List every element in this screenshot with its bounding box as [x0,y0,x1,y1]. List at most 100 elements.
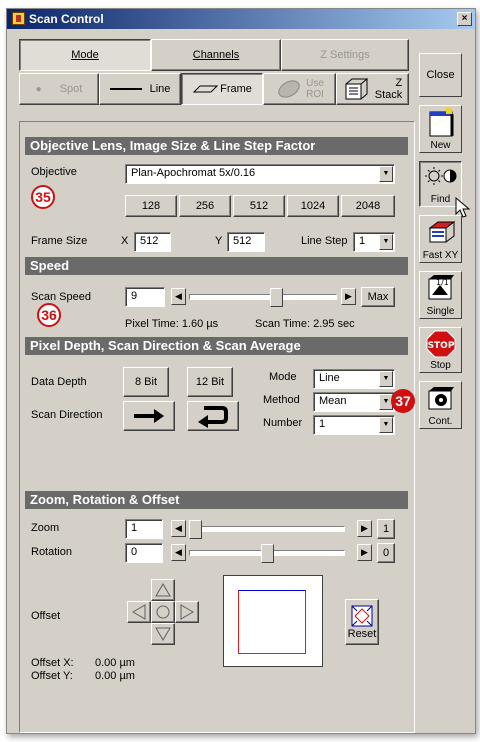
zoom-decrease-button[interactable]: ◀ [171,520,186,537]
reset-label: Reset [347,628,377,640]
scan-speed-max-button[interactable]: Max [361,287,395,307]
triangle-left-icon [132,604,146,620]
rotation-input[interactable]: 0 [125,543,163,563]
reset-button[interactable]: Reset [345,599,379,645]
offset-right-button[interactable] [175,601,199,623]
tab-channels-label: Channels [192,49,240,61]
scan-speed-slider-thumb[interactable] [270,288,283,307]
size-256-button[interactable]: 256 [179,195,231,217]
stop-button[interactable]: STOP Stop [419,327,462,373]
section-speed-header: Speed [25,257,408,275]
scan-speed-increase-button[interactable]: ▶ [341,288,356,305]
scan-speed-input[interactable]: 9 [125,287,165,307]
size-512-button[interactable]: 512 [233,195,285,217]
zoom-increase-button[interactable]: ▶ [357,520,372,537]
reset-frame-icon [351,605,373,627]
single-scan-icon: 1/1 [428,275,454,300]
offset-label: Offset [31,610,61,622]
close-button[interactable]: Close [419,53,462,97]
offset-x-label: Offset X: [31,657,74,669]
svg-text:1/1: 1/1 [436,278,449,287]
rotation-label: Rotation [31,546,72,558]
chevron-down-icon: ▼ [379,166,393,182]
use-roi-label: Use ROI [306,78,324,100]
rotation-slider-thumb[interactable] [261,544,274,563]
mode-select[interactable]: Line ▼ [313,369,395,389]
size-2048-button[interactable]: 2048 [341,195,395,217]
zoom-slider-track[interactable] [189,526,345,532]
window-close-button[interactable]: × [457,12,472,26]
zoom-label: Zoom [31,522,60,534]
objective-select[interactable]: Plan-Apochromat 5x/0.16 ▼ [125,164,395,184]
tab-z-settings-label: Z Settings [320,49,370,61]
offset-x-value: 0.00 µm [95,657,135,669]
section-objective-header: Objective Lens, Image Size & Line Step F… [25,137,408,155]
triangle-up-icon [155,583,171,597]
offset-down-button[interactable] [151,623,175,645]
scan-speed-decrease-button[interactable]: ◀ [171,288,186,305]
single-button[interactable]: 1/1 Single [419,271,462,319]
scan-direction-bidirectional-button[interactable] [187,401,239,431]
scan-direction-forward-button[interactable] [123,401,175,431]
line-step-select[interactable]: 1 ▼ [353,232,395,252]
arrow-right-icon [134,409,164,423]
bidirectional-arrow-icon [198,406,228,428]
new-button[interactable]: New [419,105,462,153]
stop-sign-text: STOP [427,341,454,351]
objective-value: Plan-Apochromat 5x/0.16 [131,167,256,179]
size-1024-button[interactable]: 1024 [287,195,339,217]
scan-direction-label: Scan Direction [31,409,103,421]
offset-center-button[interactable] [151,601,175,623]
pixel-time-text: Pixel Time: 1.60 µs [125,318,219,330]
number-select[interactable]: 1 ▼ [313,415,395,435]
fast-xy-button[interactable]: Fast XY [419,215,462,263]
scan-area-preview[interactable] [223,575,323,667]
tab-channels[interactable]: Channels [151,39,281,71]
frame-button[interactable]: Frame [181,73,263,105]
mode-label: Mode [269,371,297,383]
data-depth-label: Data Depth [31,376,87,388]
rotation-reset-button[interactable]: 0 [377,543,395,563]
tab-mode[interactable]: Mode [19,39,151,71]
scan-control-window: Scan Control × Mode Channels Z Settings … [6,8,476,734]
frame-x-input[interactable]: 512 [134,232,171,252]
callout-37: 37 [391,389,415,413]
cont-label: Cont. [428,416,453,427]
chevron-down-icon: ▼ [379,417,393,433]
frame-y-label: Y [215,235,223,247]
size-128-button[interactable]: 128 [125,195,177,217]
use-roi-button[interactable]: Use ROI [263,73,336,105]
zoom-max-button[interactable]: 1 [377,519,395,539]
offset-y-value: 0.00 µm [95,670,135,682]
app-icon [12,12,25,25]
stop-sign-icon: STOP [426,330,455,358]
z-stack-button[interactable]: Z Stack [336,73,409,105]
mode-value: Line [319,372,340,384]
chevron-down-icon: ▼ [379,234,393,250]
rotation-decrease-button[interactable]: ◀ [171,544,186,561]
cont-button[interactable]: Cont. [419,381,462,429]
line-icon [109,88,142,90]
fast-xy-label: Fast XY [422,250,459,261]
new-image-icon [429,108,453,137]
frame-y-input[interactable]: 512 [227,232,265,252]
offset-left-button[interactable] [127,601,151,623]
12-bit-button[interactable]: 12 Bit [187,367,233,397]
8-bit-button[interactable]: 8 Bit [123,367,169,397]
offset-y-label: Offset Y: [31,670,73,682]
zoom-input[interactable]: 1 [125,519,163,539]
line-button[interactable]: Line [99,73,181,105]
method-select[interactable]: Mean ▼ [313,392,395,412]
scan-speed-slider-track[interactable] [189,294,337,300]
chevron-down-icon: ▼ [379,371,393,387]
spot-button[interactable]: ● Spot [19,73,99,105]
triangle-right-icon [180,604,194,620]
rotation-increase-button[interactable]: ▶ [357,544,372,561]
number-label: Number [263,417,303,429]
tab-z-settings[interactable]: Z Settings [281,39,409,71]
method-label: Method [263,394,300,406]
offset-up-button[interactable] [151,579,175,601]
line-label: Line [149,83,171,95]
zoom-slider-thumb[interactable] [189,520,202,539]
section-pixel-header: Pixel Depth, Scan Direction & Scan Avera… [25,337,408,355]
